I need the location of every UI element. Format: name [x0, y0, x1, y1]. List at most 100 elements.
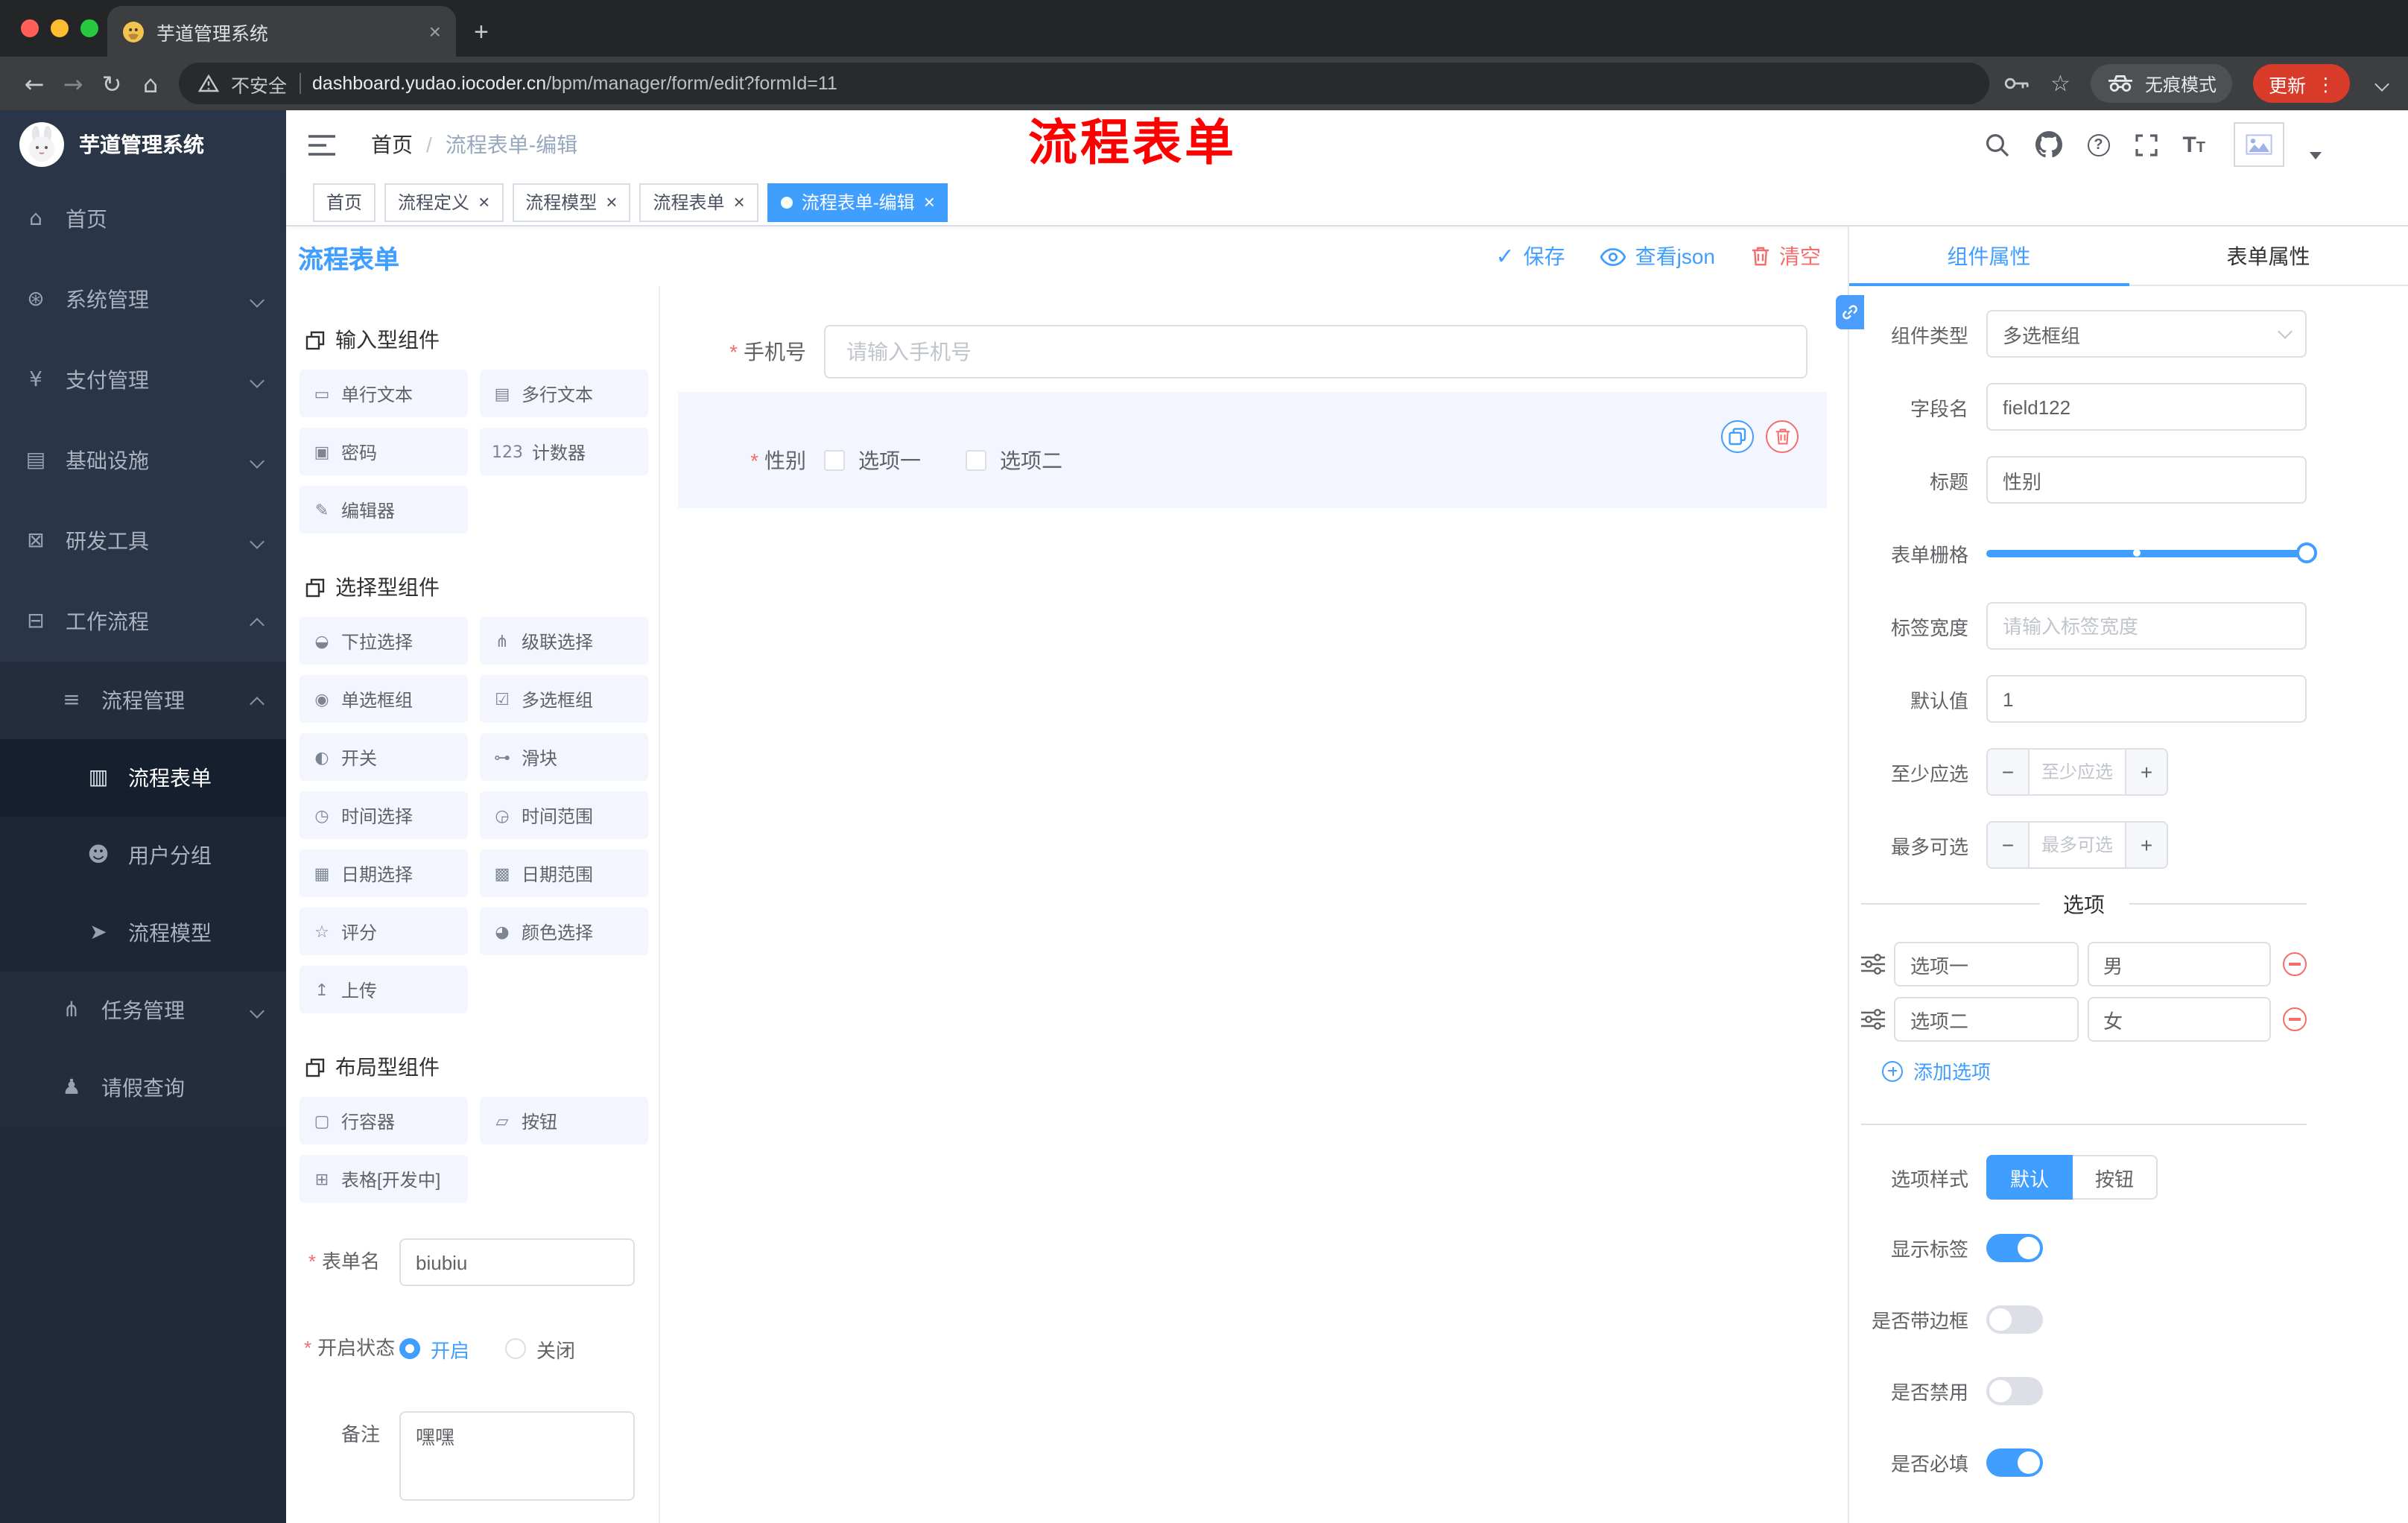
tag-process-definition[interactable]: 流程定义 ×: [384, 183, 504, 221]
checkbox-option[interactable]: 选项一: [824, 446, 921, 475]
min-count-decrease-button[interactable]: −: [1988, 750, 2030, 794]
form-field-gender-selected[interactable]: 性别 选项一 选项二: [678, 392, 1827, 508]
remove-option-icon[interactable]: [2283, 1007, 2307, 1031]
sidebar-item-payment[interactable]: ¥ 支付管理: [0, 340, 286, 420]
status-radio-on[interactable]: 开启: [399, 1334, 469, 1363]
drag-handle-icon[interactable]: [1861, 1009, 1885, 1030]
close-icon[interactable]: ×: [924, 192, 935, 212]
designer-canvas[interactable]: 手机号 性别 选项一: [660, 286, 1848, 1523]
copy-component-button[interactable]: [1721, 420, 1754, 453]
sidebar-item-leave-query[interactable]: ♟ 请假查询: [0, 1049, 286, 1127]
checkbox-option[interactable]: 选项二: [966, 446, 1062, 475]
close-tab-icon[interactable]: ×: [429, 21, 441, 42]
delete-component-button[interactable]: [1766, 420, 1799, 453]
disabled-toggle[interactable]: [1986, 1376, 2043, 1405]
minimize-window-button[interactable]: [51, 19, 69, 37]
zoom-window-button[interactable]: [80, 19, 98, 37]
palette-item[interactable]: ↥ 上传: [300, 966, 468, 1013]
palette-item[interactable]: ▱ 按钮: [480, 1097, 648, 1144]
view-json-button[interactable]: 查看json: [1600, 241, 1715, 271]
palette-item[interactable]: ◕ 颜色选择: [480, 908, 648, 955]
max-count-decrease-button[interactable]: −: [1988, 823, 2030, 867]
palette-item[interactable]: ✎ 编辑器: [300, 486, 468, 533]
palette-item[interactable]: ▭ 单行文本: [300, 370, 468, 417]
sidebar-item-workflow[interactable]: ⊟ 工作流程: [0, 581, 286, 662]
palette-item[interactable]: ▣ 密码: [300, 428, 468, 475]
title-input[interactable]: [1986, 456, 2307, 504]
palette-item[interactable]: ☆ 评分: [300, 908, 468, 955]
browser-tab[interactable]: 芋道管理系统 ×: [107, 6, 456, 57]
browser-menu-icon[interactable]: ⋮: [2316, 72, 2335, 95]
toolbar-chevron-icon[interactable]: [2374, 76, 2389, 91]
sidebar-collapse-button[interactable]: [308, 133, 335, 156]
tag-process-form[interactable]: 流程表单 ×: [639, 183, 758, 221]
back-button[interactable]: ←: [15, 64, 54, 103]
remove-option-icon[interactable]: [2283, 952, 2307, 976]
show-label-toggle[interactable]: [1986, 1233, 2043, 1261]
slider-thumb[interactable]: [2296, 542, 2317, 563]
search-icon[interactable]: [1984, 132, 2009, 157]
option-value-input[interactable]: [2087, 997, 2271, 1042]
form-field-phone[interactable]: 手机号: [678, 325, 1827, 379]
sidebar-item-infrastructure[interactable]: ▤ 基础设施: [0, 420, 286, 501]
avatar[interactable]: [2234, 122, 2284, 167]
default-value-input[interactable]: [1986, 675, 2307, 723]
palette-item[interactable]: ▦ 日期选择: [300, 849, 468, 897]
option-style-default-button[interactable]: 默认: [1986, 1155, 2073, 1200]
palette-item[interactable]: ⊶ 滑块: [480, 733, 648, 781]
update-button[interactable]: 更新 ⋮: [2253, 64, 2350, 103]
checkbox-icon[interactable]: [824, 450, 845, 471]
palette-item[interactable]: ☑ 多选框组: [480, 675, 648, 723]
palette-item[interactable]: ◒ 下拉选择: [300, 617, 468, 665]
password-key-icon[interactable]: [2004, 76, 2030, 91]
bookmark-star-icon[interactable]: ☆: [2050, 70, 2070, 97]
font-size-icon[interactable]: TT: [2182, 133, 2205, 156]
close-window-button[interactable]: [21, 19, 39, 37]
option-label-input[interactable]: [1894, 942, 2078, 987]
sidebar-item-task-management[interactable]: ⋔ 任务管理: [0, 972, 286, 1049]
max-count-input[interactable]: [2030, 823, 2125, 867]
tag-process-model[interactable]: 流程模型 ×: [512, 183, 631, 221]
save-button[interactable]: ✓ 保存: [1495, 241, 1565, 271]
close-icon[interactable]: ×: [606, 192, 617, 212]
sidebar-item-devtools[interactable]: ⊠ 研发工具: [0, 501, 286, 581]
sidebar-item-process-model[interactable]: ➤ 流程模型: [0, 894, 286, 972]
github-icon[interactable]: [2035, 131, 2062, 158]
tag-process-form-edit[interactable]: 流程表单-编辑 ×: [767, 183, 948, 221]
props-drawer-handle[interactable]: [1836, 295, 1864, 329]
sidebar-item-system[interactable]: ⊛ 系统管理: [0, 259, 286, 340]
status-radio-off[interactable]: 关闭: [505, 1334, 575, 1363]
warning-icon[interactable]: [198, 75, 219, 92]
address-bar[interactable]: 不安全 dashboard.yudao.iocoder.cn/bpm/manag…: [179, 63, 1990, 104]
option-label-input[interactable]: [1894, 997, 2078, 1042]
border-toggle[interactable]: [1986, 1305, 2043, 1333]
fullscreen-icon[interactable]: [2135, 133, 2158, 156]
avatar-caret-icon[interactable]: [2310, 151, 2322, 159]
forward-button[interactable]: →: [54, 64, 92, 103]
sidebar-item-home[interactable]: ⌂ 首页: [0, 179, 286, 259]
form-remark-textarea[interactable]: 嘿嘿: [399, 1411, 635, 1501]
max-count-increase-button[interactable]: +: [2125, 823, 2167, 867]
sidebar-item-process-form[interactable]: ▥ 流程表单: [0, 739, 286, 817]
palette-item[interactable]: ◶ 时间范围: [480, 791, 648, 839]
component-type-select[interactable]: 多选框组: [1986, 310, 2307, 358]
option-style-button-button[interactable]: 按钮: [2073, 1155, 2158, 1200]
palette-item[interactable]: ▢ 行容器: [300, 1097, 468, 1144]
phone-field-input[interactable]: [824, 325, 1807, 379]
label-width-input[interactable]: [1986, 602, 2307, 650]
close-icon[interactable]: ×: [478, 192, 489, 212]
palette-item[interactable]: ⋔ 级联选择: [480, 617, 648, 665]
add-option-button[interactable]: 添加选项: [1882, 1057, 2307, 1085]
sidebar-item-user-group[interactable]: ☻ 用户分组: [0, 817, 286, 894]
drag-handle-icon[interactable]: [1861, 954, 1885, 975]
tab-form-props[interactable]: 表单属性: [2129, 227, 2408, 285]
home-button[interactable]: ⌂: [131, 64, 170, 103]
close-icon[interactable]: ×: [734, 192, 745, 212]
field-name-input[interactable]: [1986, 383, 2307, 431]
palette-item[interactable]: ⊞ 表格[开发中]: [300, 1155, 468, 1203]
palette-item[interactable]: 123 计数器: [480, 428, 648, 475]
tag-home[interactable]: 首页 ×: [313, 183, 376, 221]
breadcrumb-home[interactable]: 首页: [371, 130, 413, 159]
palette-item[interactable]: ◉ 单选框组: [300, 675, 468, 723]
option-value-input[interactable]: [2087, 942, 2271, 987]
